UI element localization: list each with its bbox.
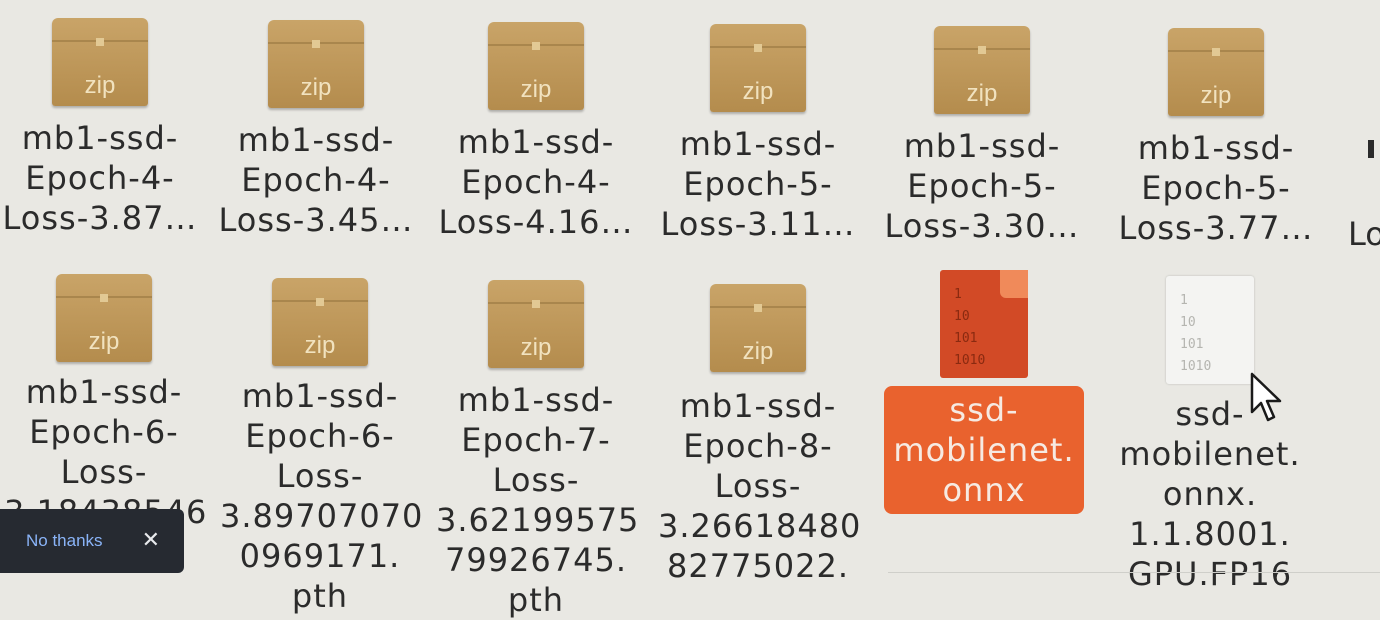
zip-icon: zip bbox=[56, 274, 152, 362]
file-label: mb1-ssd- Epoch-5- Loss-3.11… bbox=[660, 125, 856, 243]
zip-icon: zip bbox=[710, 24, 806, 112]
binary-file-icon: 1 10 101 1010 bbox=[1166, 276, 1254, 384]
zip-icon: zip bbox=[1168, 28, 1264, 116]
no-thanks-button[interactable]: No thanks bbox=[26, 531, 103, 551]
zip-icon: zip bbox=[934, 26, 1030, 114]
partial-file-label bbox=[1368, 140, 1374, 158]
mouse-pointer-icon bbox=[1250, 372, 1286, 428]
zip-icon: zip bbox=[272, 278, 368, 366]
zip-icon: zip bbox=[710, 284, 806, 372]
zip-icon: zip bbox=[488, 280, 584, 368]
file-label: mb1-ssd- Epoch-4- Loss-4.16… bbox=[438, 123, 634, 241]
file-label: mb1-ssd- Epoch-4- Loss-3.87… bbox=[2, 119, 198, 237]
zip-icon: zip bbox=[52, 18, 148, 106]
file-label: mb1-ssd-Epoch-6-Loss-3.18438546 bbox=[4, 373, 206, 531]
file-grid: zip mb1-ssd- Epoch-4- Loss-3.87… zip mb1-s… bbox=[0, 0, 1380, 619]
close-icon[interactable]: ✕ bbox=[142, 530, 160, 552]
file-label: mb1-ssd- Epoch-5- Loss-3.77… bbox=[1118, 129, 1314, 247]
file-label: mb1-ssd- Epoch-5- Loss-3.30… bbox=[884, 127, 1080, 245]
file-label: mb1-ssd- Epoch-8- Loss- 3.26618480 82775022. bbox=[658, 387, 862, 585]
partial-file-label: Lo bbox=[1348, 215, 1380, 253]
file-label: mb1-ssd- Epoch-4- Loss-3.45… bbox=[218, 121, 414, 239]
divider bbox=[888, 572, 1380, 573]
binary-file-icon: 1 10 101 1010 bbox=[940, 270, 1028, 378]
file-label: mb1-ssd- Epoch-7- Loss- 3.62199575 79926745.… bbox=[436, 381, 640, 619]
file-label-selected: ssd-mobilenet. onnx bbox=[884, 386, 1084, 514]
notification-toast: No thanks ✕ bbox=[0, 509, 184, 573]
zip-icon: zip bbox=[488, 22, 584, 110]
file-label: mb1-ssd- Epoch-6- Loss- 3.89707070 0969171. p… bbox=[220, 377, 424, 615]
zip-icon: zip bbox=[268, 20, 364, 108]
